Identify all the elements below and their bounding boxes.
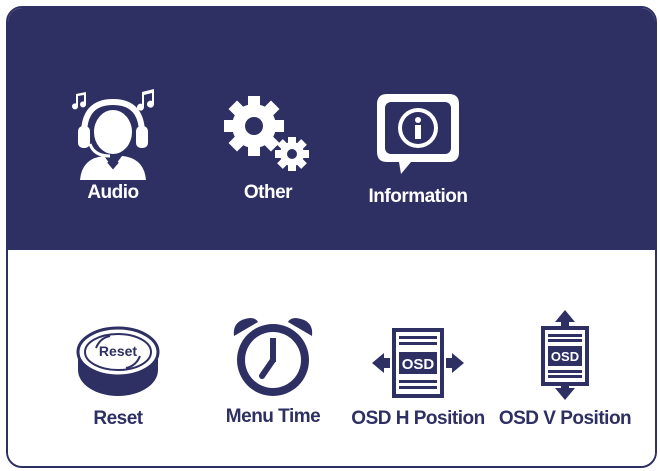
- menu-item-osd-h-position[interactable]: OSD OSD H Position: [348, 326, 488, 430]
- osd-vertical-icon: OSD: [541, 310, 589, 400]
- menu-item-label: Information: [368, 186, 469, 207]
- menu-item-label: Other: [243, 182, 293, 203]
- menu-item-other[interactable]: Other: [213, 90, 323, 204]
- menu-item-label: OSD H Position: [351, 408, 485, 429]
- reset-button-icon: Reset: [76, 326, 160, 396]
- svg-text:OSD: OSD: [551, 349, 579, 364]
- gears-icon: [224, 96, 309, 171]
- top-menu-section: Audio Other Information: [8, 8, 655, 250]
- menu-item-menu-time[interactable]: Menu Time: [208, 314, 338, 428]
- menu-item-osd-v-position[interactable]: OSD OSD V Position: [492, 308, 638, 430]
- menu-item-label: Reset: [93, 408, 143, 429]
- osd-menu-panel: Audio Other Information Reset Reset Menu…: [6, 6, 657, 468]
- menu-item-label: OSD V Position: [498, 408, 632, 429]
- menu-item-information[interactable]: Information: [358, 90, 478, 208]
- menu-item-label: Menu Time: [225, 406, 321, 427]
- svg-text:Reset: Reset: [99, 343, 137, 359]
- bottom-menu-section: Reset Reset Menu Time OSD OSD H Position…: [8, 250, 655, 466]
- svg-text:OSD: OSD: [402, 356, 435, 373]
- headphones-person-icon: [72, 89, 155, 180]
- menu-item-label: Audio: [87, 182, 139, 203]
- menu-item-reset[interactable]: Reset Reset: [68, 326, 168, 430]
- alarm-clock-icon: [233, 318, 313, 396]
- osd-horizontal-icon: OSD: [372, 328, 464, 398]
- menu-item-audio[interactable]: Audio: [68, 86, 158, 204]
- info-bubble-icon: [377, 94, 459, 174]
